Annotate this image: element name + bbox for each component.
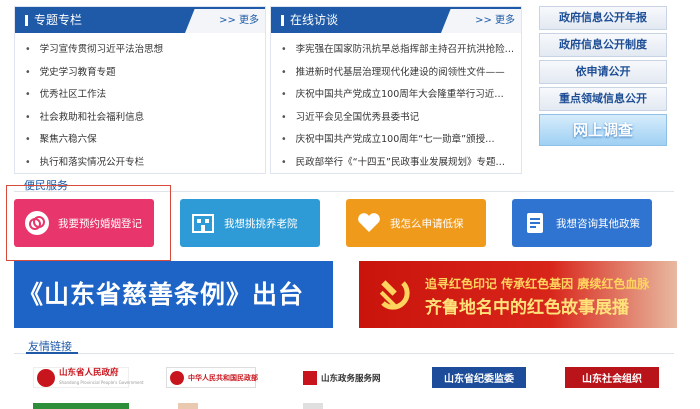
topics-tab[interactable]: 专题专栏: [15, 7, 96, 33]
red-story-banner[interactable]: 追寻红色印记 传承红色基因 赓续红色血脉 齐鲁地名中的红色故事展播: [359, 261, 677, 328]
building-icon: [190, 210, 216, 236]
list-item[interactable]: 党史学习教育专题: [25, 62, 265, 85]
interviews-panel-header: 在线访谈 >> 更多: [271, 7, 521, 33]
friend-link-label: 山东省纪委监委: [444, 374, 514, 385]
friend-link-discipline[interactable]: 山东省纪委监委: [432, 367, 526, 388]
annual-report-link[interactable]: 政府信息公开年报: [539, 6, 667, 30]
topics-title: 专题专栏: [34, 13, 83, 27]
friend-link-mca[interactable]: 中华人民共和国民政部: [166, 367, 258, 388]
list-item[interactable]: 李宪强在国家防汛抗旱总指挥部主持召开抗洪抢险…: [281, 39, 521, 62]
friend-link-label: 山东社会组织: [582, 374, 642, 385]
friend-link-label: 山东省人民政府: [59, 367, 119, 378]
list-item[interactable]: 学习宣传贯彻习近平法治思想: [25, 39, 265, 62]
emblem-icon: [303, 370, 317, 385]
banner-headline: 齐鲁地名中的红色故事展播: [425, 298, 629, 318]
friend-link-label: 中华人民共和国民政部: [188, 373, 258, 382]
topics-more-link[interactable]: >> 更多: [185, 9, 265, 33]
hammer-sickle-icon: [379, 280, 410, 310]
friend-link-label: 山东政务服务网: [321, 373, 381, 384]
request-disclosure-link[interactable]: 依申请公开: [539, 60, 667, 84]
list-item[interactable]: 社会救助和社会福利信息: [25, 107, 265, 130]
disclosure-system-link[interactable]: 政府信息公开制度: [539, 33, 667, 57]
marriage-booking-button[interactable]: 我要预约婚姻登记: [14, 199, 154, 247]
friend-link-partial[interactable]: [303, 403, 323, 409]
emblem-icon: [170, 370, 184, 385]
list-item[interactable]: 庆祝中国共产党成立100周年“七一勋章”颁授…: [281, 129, 521, 152]
tab-marker: [281, 14, 284, 26]
emblem-icon: [37, 368, 55, 387]
key-areas-link[interactable]: 重点领域信息公开: [539, 87, 667, 111]
interviews-list: 李宪强在国家防汛抗旱总指挥部主持召开抗洪抢险… 推进新时代基层治理现代化建设的阅…: [271, 33, 521, 174]
ring-icon: [24, 210, 50, 236]
friend-link-sublabel: Shandong Provincial People's Government: [59, 379, 144, 385]
service-label: 我怎么申请低保: [390, 217, 464, 230]
list-item[interactable]: 优秀社区工作法: [25, 84, 265, 107]
interviews-tab[interactable]: 在线访谈: [271, 7, 352, 33]
list-item[interactable]: 习近平会见全国优秀县委书记: [281, 107, 521, 130]
online-survey-button[interactable]: 网上调查: [539, 114, 667, 146]
service-label: 我想挑挑养老院: [224, 217, 298, 230]
banner-slogan: 追寻红色印记 传承红色基因 赓续红色血脉: [425, 277, 650, 291]
topics-panel: 专题专栏 >> 更多 学习宣传贯彻习近平法治思想 党史学习教育专题 优秀社区工作…: [14, 6, 266, 174]
low-income-button[interactable]: 我怎么申请低保: [346, 199, 486, 247]
list-item[interactable]: 聚焦六稳六保: [25, 129, 265, 152]
friend-links-divider: [14, 352, 674, 354]
friend-link-shandong-gov[interactable]: 山东省人民政府 Shandong Provincial People's Gov…: [33, 367, 144, 388]
interviews-more-link[interactable]: >> 更多: [441, 9, 521, 33]
friend-link-gov-services[interactable]: 山东政务服务网: [303, 367, 389, 388]
nursing-home-button[interactable]: 我想挑挑养老院: [180, 199, 320, 247]
charity-regulation-banner[interactable]: 《山东省慈善条例》出台: [14, 261, 333, 328]
document-icon: [522, 210, 548, 236]
other-policy-button[interactable]: 我想咨询其他政策: [512, 199, 652, 247]
interviews-title: 在线访谈: [290, 13, 339, 27]
topics-panel-header: 专题专栏 >> 更多: [15, 7, 265, 33]
list-item[interactable]: 民政部举行《“十四五”民政事业发展规划》专题…: [281, 152, 521, 175]
list-item[interactable]: 执行和落实情况公开专栏: [25, 152, 265, 175]
service-label: 我要预约婚姻登记: [58, 217, 142, 230]
list-item[interactable]: 庆祝中国共产党成立100周年大会隆重举行习近…: [281, 84, 521, 107]
tab-marker: [25, 14, 28, 26]
friend-link-partial[interactable]: [33, 403, 129, 409]
friend-link-partial[interactable]: [178, 403, 198, 409]
heart-hand-icon: [356, 210, 382, 236]
friend-link-social-org[interactable]: 山东社会组织: [565, 367, 659, 388]
service-label: 我想咨询其他政策: [556, 217, 640, 230]
topics-list: 学习宣传贯彻习近平法治思想 党史学习教育专题 优秀社区工作法 社会救助和社会福利…: [15, 33, 265, 174]
side-links: 政府信息公开年报 政府信息公开制度 依申请公开 重点领域信息公开 网上调查: [539, 6, 667, 146]
list-item[interactable]: 推进新时代基层治理现代化建设的阅领性文件——: [281, 62, 521, 85]
interviews-panel: 在线访谈 >> 更多 李宪强在国家防汛抗旱总指挥部主持召开抗洪抢险… 推进新时代…: [270, 6, 522, 174]
